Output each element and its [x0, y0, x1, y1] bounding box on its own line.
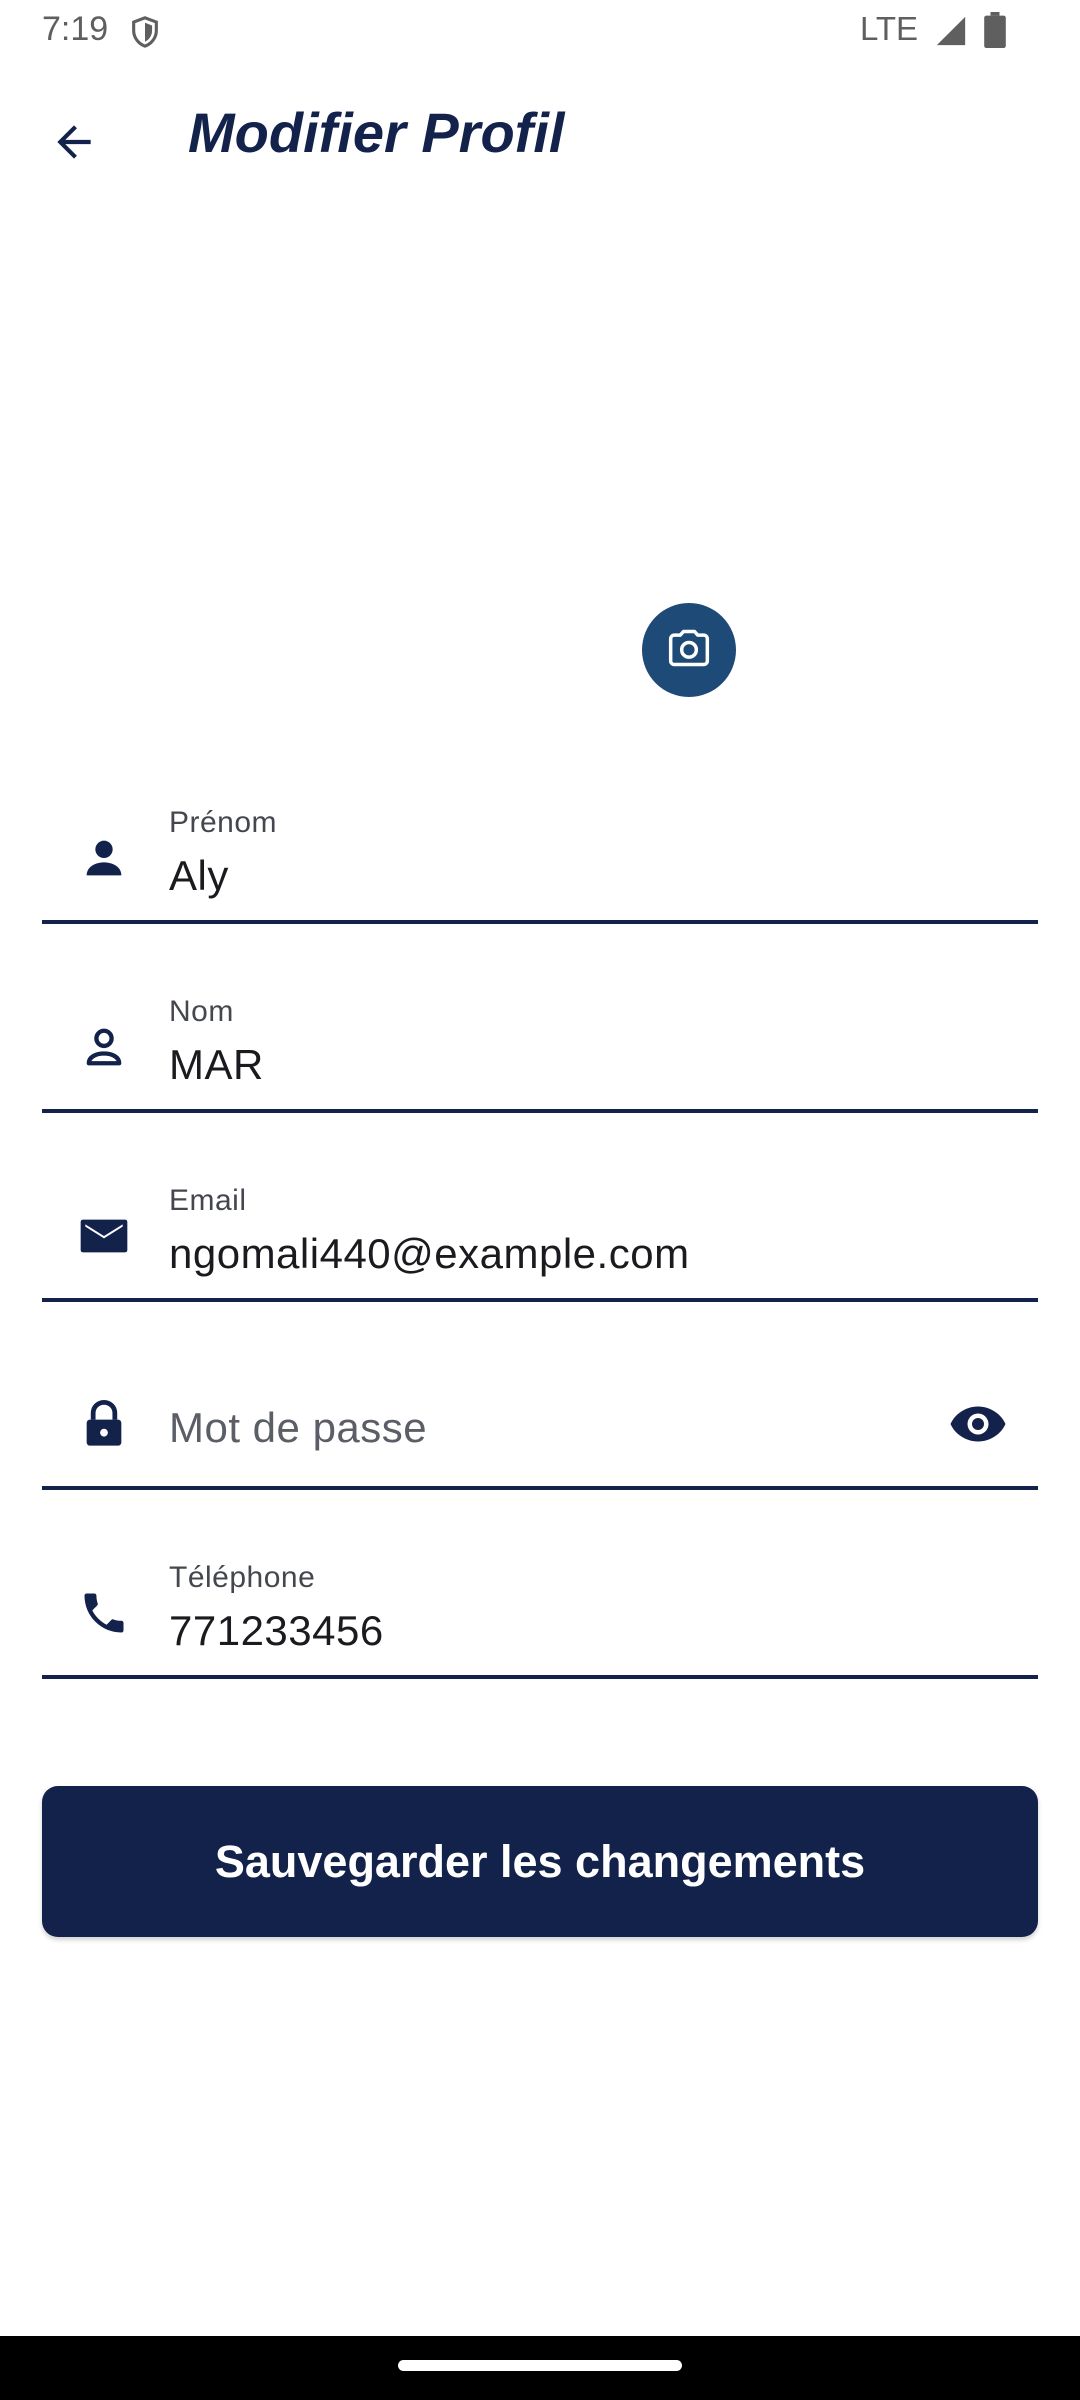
lock-icon [76, 1396, 132, 1452]
mail-icon [76, 1208, 132, 1264]
status-bar: 7:19 LTE [0, 0, 1080, 62]
camera-icon [667, 626, 711, 675]
first-name-label: Prénom [169, 806, 278, 839]
person-filled-icon [76, 830, 132, 886]
phone-field: Téléphone [42, 1551, 1038, 1679]
email-input[interactable] [169, 1230, 989, 1278]
page-title: Modifier Profil [188, 101, 565, 164]
phone-icon [76, 1585, 132, 1641]
phone-label: Téléphone [169, 1561, 316, 1594]
back-button[interactable] [32, 102, 116, 186]
app-bar: Modifier Profil [0, 62, 1080, 212]
shield-icon [128, 14, 162, 50]
arrow-back-icon [49, 117, 99, 172]
system-navigation-bar [0, 2336, 1080, 2400]
person-outline-icon [76, 1019, 132, 1075]
eye-icon [948, 1394, 1008, 1459]
home-gesture-handle[interactable] [398, 2360, 682, 2371]
signal-icon [934, 14, 968, 48]
avatar [390, 300, 690, 600]
phone-input[interactable] [169, 1607, 989, 1655]
change-photo-button[interactable] [642, 603, 736, 697]
password-input[interactable] [169, 1404, 989, 1452]
last-name-field: Nom [42, 985, 1038, 1113]
status-time: 7:19 [42, 10, 109, 48]
battery-icon [984, 12, 1006, 49]
last-name-label: Nom [169, 995, 234, 1028]
edit-profile-screen: 7:19 LTE Modifier Profil Prénom Aly Nom … [0, 0, 1080, 2400]
email-field: Email [42, 1174, 1038, 1302]
first-name-input[interactable] [169, 852, 989, 900]
save-changes-button[interactable]: Sauvegarder les changements [42, 1786, 1038, 1937]
last-name-input[interactable] [169, 1041, 989, 1089]
network-type: LTE [860, 10, 919, 47]
first-name-field: Prénom [42, 796, 1038, 924]
password-visibility-toggle[interactable] [946, 1398, 1010, 1454]
password-field [42, 1362, 1038, 1490]
email-label: Email [169, 1184, 247, 1217]
